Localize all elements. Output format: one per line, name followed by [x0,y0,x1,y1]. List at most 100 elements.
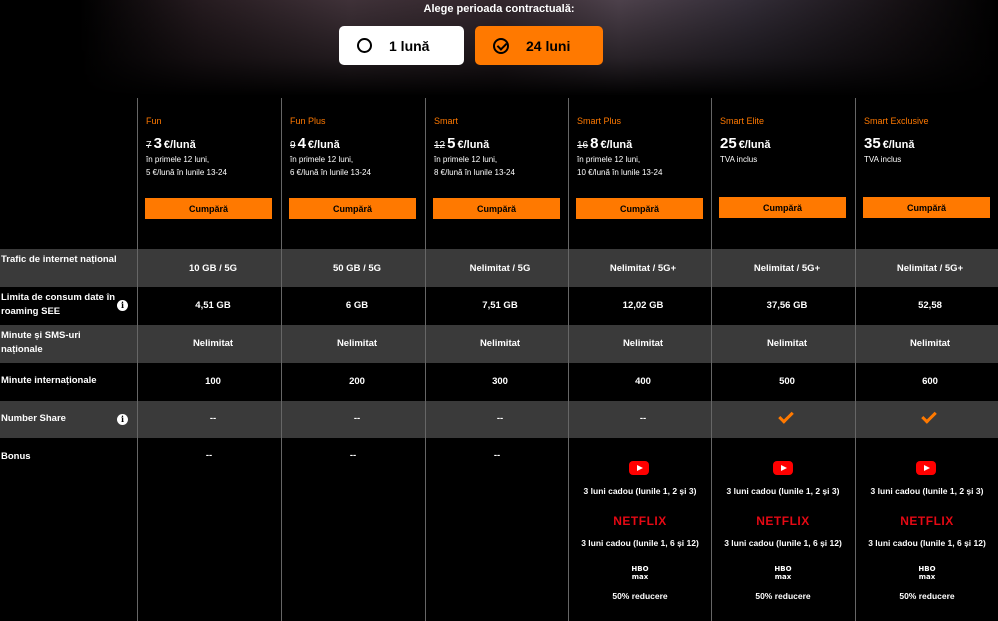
price-unit: €/lună [457,139,490,151]
buy-button[interactable]: Cumpără [719,197,846,218]
cell-minutes-sms: Nelimitat [909,338,951,349]
cell-international: 100 [205,376,221,387]
price-note: în primele 12 luni, 6 €/lună în lunile 1… [290,153,417,183]
note-line: TVA inclus [864,155,902,164]
row-label-international: Minute internaționale [1,375,97,386]
old-price: 12 [434,140,446,151]
plan-header: Smart 12 5 €/lună în primele 12 luni, 8 … [426,98,569,249]
cell-international: 600 [922,376,938,387]
cell-bonus: -- [493,450,501,461]
plan-name: Fun Plus [290,116,326,126]
youtube-bonus-text: 3 luni cadou (lunile 1, 2 și 3) [726,486,840,496]
price-unit: €/lună [882,139,915,151]
buy-button[interactable]: Cumpără [576,198,703,219]
netflix-logo: NETFLIX [756,514,810,528]
youtube-icon [629,461,649,475]
new-price: 3 [153,135,162,152]
old-price: 7 [146,140,152,151]
cell-roaming: 6 GB [345,300,369,311]
hbo-max-logo: HBO max [568,565,712,581]
hbo-max-logo: HBO max [711,565,855,581]
row-label-minutes-sms: Minute și SMS-uri naționale [1,330,81,355]
cell-minutes-sms: Nelimitat [479,338,521,349]
buy-button[interactable]: Cumpără [863,197,990,218]
cell-number-share: -- [353,413,361,424]
period-option-label: 1 lună [389,37,430,54]
plan-header: Smart Exclusive 35 €/lună TVA inclus [856,98,998,249]
price-unit: €/lună [738,139,771,151]
cell-internet: Nelimitat / 5G+ [753,263,821,274]
hbo-logo-line: HBO [631,565,649,573]
cell-bonus: -- [205,450,213,461]
hbo-bonus-text: 50% reducere [612,591,668,601]
note-line: în primele 12 luni, [577,155,641,164]
youtube-bonus-text: 3 luni cadou (lunile 1, 2 și 3) [870,486,984,496]
price-unit: €/lună [307,139,340,151]
note-line: TVA inclus [720,155,758,164]
info-icon[interactable]: i [117,300,128,311]
cell-international: 500 [779,376,795,387]
cell-roaming: 7,51 GB [482,300,518,311]
new-price: 25 [720,135,737,152]
price-line: 12 5 €/lună [434,135,561,153]
price-line: 7 3 €/lună [146,135,273,153]
price-note: în primele 12 luni, 10 €/lună în lunile … [577,153,704,183]
cell-number-share: -- [209,413,217,424]
cell-number-share: -- [496,413,504,424]
plan-column-smart: Smart 12 5 €/lună în primele 12 luni, 8 … [425,98,569,621]
cell-internet: 10 GB / 5G [188,263,238,274]
plan-header: Fun Plus 9 4 €/lună în primele 12 luni, … [282,98,425,249]
plan-name: Smart [434,116,459,126]
netflix-logo: NETFLIX [613,514,667,528]
old-price: 16 [577,140,589,151]
new-price: 5 [447,135,456,152]
note-line: 8 €/lună în lunile 13-24 [434,168,515,177]
hbo-max-logo: HBO max [855,565,998,581]
note-line: 5 €/lună în lunile 13-24 [146,168,227,177]
row-label-internet: Trafic de internet național [1,254,117,265]
cell-bonus: -- [349,450,357,461]
cell-internet: 50 GB / 5G [332,263,382,274]
info-icon[interactable]: i [117,414,128,425]
cell-roaming: 12,02 GB [622,300,664,311]
cell-international: 300 [492,376,508,387]
plan-header: Smart Elite 25 €/lună TVA inclus [712,98,855,249]
hbo-bonus-text: 50% reducere [899,591,955,601]
price-line: 35 €/lună [864,135,991,153]
cell-internet: Nelimitat / 5G+ [609,263,677,274]
cell-international: 200 [349,376,365,387]
buy-button[interactable]: Cumpără [289,198,416,219]
period-title: Alege perioada contractuală: [423,3,575,15]
row-label-roaming: Limita de consum date în roaming SEE [1,292,116,317]
buy-button[interactable]: Cumpără [145,198,272,219]
price-note: TVA inclus [720,153,847,183]
price-unit: €/lună [600,139,633,151]
cell-international: 400 [635,376,651,387]
cell-roaming: 4,51 GB [195,300,231,311]
hbo-logo-line: HBO [918,565,936,573]
plan-name: Fun [146,116,162,126]
cell-minutes-sms: Nelimitat [622,338,664,349]
note-line: în primele 12 luni, [290,155,354,164]
plan-name: Smart Plus [577,116,622,126]
period-option-24-months[interactable]: 24 luni [475,26,603,65]
row-label-bonus: Bonus [1,451,31,462]
cell-minutes-sms: Nelimitat [766,338,808,349]
note-line: 10 €/lună în lunile 13-24 [577,168,663,177]
cell-number-share: -- [639,413,647,424]
check-circle-icon [493,37,509,54]
new-price: 4 [297,135,306,152]
cell-roaming: 37,56 GB [766,300,808,311]
plan-header: Smart Plus 16 8 €/lună în primele 12 lun… [569,98,712,249]
netflix-bonus-text: 3 luni cadou (lunile 1, 6 și 12) [581,538,699,548]
buy-button[interactable]: Cumpără [433,198,560,219]
plan-name: Smart Exclusive [864,116,929,126]
price-note: în primele 12 luni, 8 €/lună în lunile 1… [434,153,561,183]
plan-column-fun: Fun 7 3 €/lună în primele 12 luni, 5 €/l… [137,98,281,621]
new-price: 8 [590,135,599,152]
period-option-1-month[interactable]: 1 lună [339,26,464,65]
hbo-logo-line: HBO [774,565,792,573]
hbo-logo-line: max [918,573,936,581]
plan-header: Fun 7 3 €/lună în primele 12 luni, 5 €/l… [138,98,281,249]
note-line: în primele 12 luni, [434,155,498,164]
